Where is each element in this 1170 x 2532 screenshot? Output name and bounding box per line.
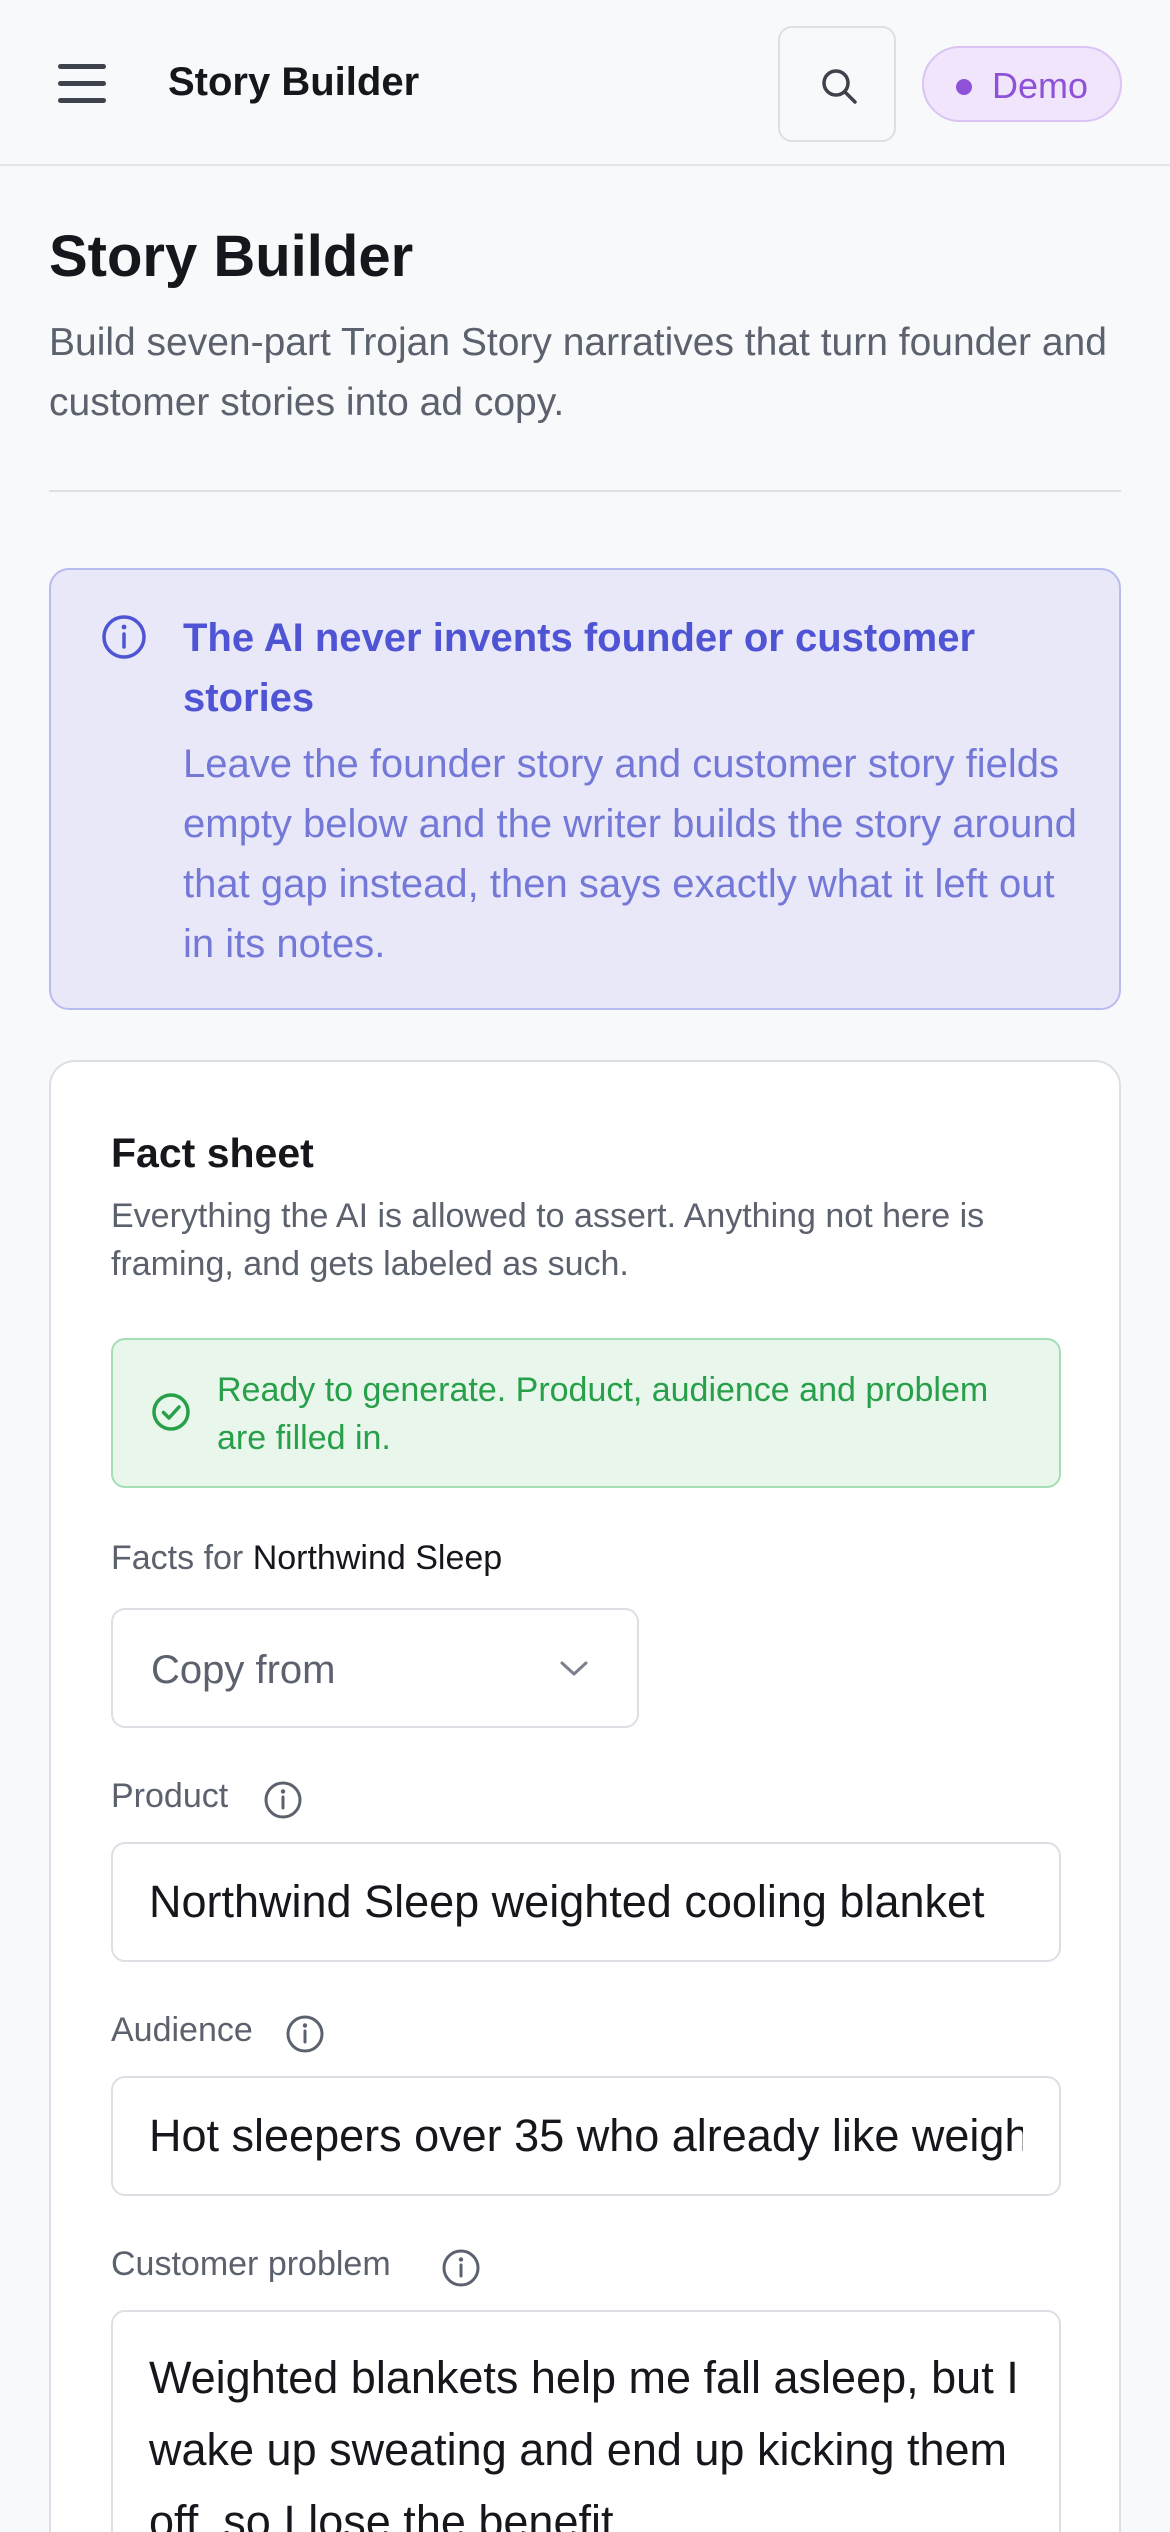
info-circle-icon — [102, 615, 146, 659]
info-notice: The AI never invents founder or customer… — [49, 568, 1121, 1010]
fact-sheet-card: Fact sheet Everything the AI is allowed … — [49, 1060, 1121, 2532]
info-icon[interactable] — [263, 1780, 303, 1820]
audience-label: Audience — [111, 2011, 253, 2049]
chevron-down-icon — [560, 1661, 588, 1676]
status-dot-icon — [956, 79, 972, 95]
copy-from-select[interactable]: Copy from — [111, 1608, 639, 1728]
facts-for-label: Facts for Northwind Sleep — [111, 1536, 502, 1580]
customer-problem-label: Customer problem — [111, 2245, 391, 2283]
demo-badge-label: Demo — [992, 65, 1089, 106]
hamburger-menu-icon[interactable] — [58, 60, 108, 106]
product-input[interactable] — [113, 1844, 1059, 1960]
brand-name: Northwind Sleep — [252, 1539, 503, 1577]
customer-problem-field[interactable]: Weighted blankets help me fall asleep, b… — [111, 2310, 1061, 2532]
page-subtitle: Build seven-part Trojan Story narratives… — [49, 321, 1107, 424]
info-icon[interactable] — [285, 2014, 325, 2054]
ready-status-text: Ready to generate. Product, audience and… — [217, 1371, 989, 1457]
check-circle-icon — [152, 1393, 190, 1431]
ready-status-banner: Ready to generate. Product, audience and… — [111, 1338, 1061, 1488]
page-title: Story Builder — [49, 224, 414, 289]
product-field[interactable] — [111, 1842, 1061, 1962]
top-bar: Story Builder Demo — [0, 0, 1170, 166]
divider — [49, 490, 1121, 492]
info-icon[interactable] — [441, 2248, 481, 2288]
audience-field[interactable] — [111, 2076, 1061, 2196]
product-label: Product — [111, 1777, 229, 1815]
search-icon — [822, 69, 857, 104]
fact-sheet-title: Fact sheet — [111, 1130, 314, 1176]
notice-body: Leave the founder story and customer sto… — [183, 742, 1077, 966]
fact-sheet-description: Everything the AI is allowed to assert. … — [111, 1197, 985, 1283]
search-button[interactable] — [778, 26, 896, 142]
audience-input[interactable] — [113, 2078, 1059, 2194]
customer-problem-textarea[interactable]: Weighted blankets help me fall asleep, b… — [113, 2312, 1059, 2532]
demo-badge[interactable]: Demo — [922, 46, 1122, 122]
facts-for-prefix: Facts for — [111, 1539, 244, 1577]
copy-from-selected: Copy from — [151, 1648, 336, 1692]
app-title: Story Builder — [168, 60, 420, 104]
notice-title: The AI never invents founder or customer… — [183, 616, 976, 720]
